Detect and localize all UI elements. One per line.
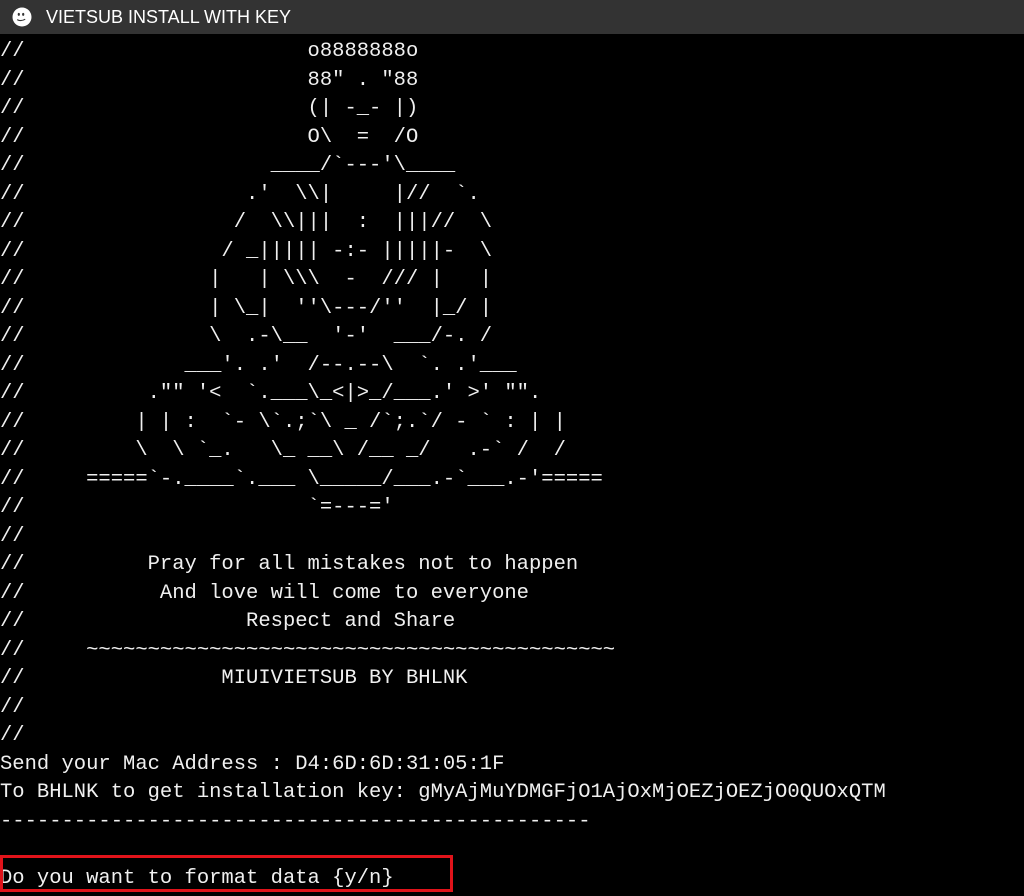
ascii-art-line: // \ \ `_. \_ __\ /__ _/ .-` / / xyxy=(0,439,566,462)
ascii-art-line: // | \_| ''\---/'' |_/ | xyxy=(0,296,493,320)
title-bar[interactable]: VIETSUB INSTALL WITH KEY xyxy=(0,0,1024,34)
installation-key-line: To BHLNK to get installation key: gMyAjM… xyxy=(0,781,886,804)
credit-line: // MIUIVIETSUB BY BHLNK xyxy=(0,667,468,690)
console-output[interactable]: // o8888888o // 88" . "88 // (| -_- |) /… xyxy=(0,38,1024,896)
window-title: VIETSUB INSTALL WITH KEY xyxy=(46,7,292,27)
ascii-art-line: // `=---=' xyxy=(0,496,394,519)
ascii-art-line: // | | \\\ - /// | | xyxy=(0,268,493,291)
ascii-art-line: // (| -_- |) xyxy=(0,97,419,120)
comment-line: // xyxy=(0,524,25,548)
dashed-separator-line: ----------------------------------------… xyxy=(0,809,591,833)
ascii-art-line: // ____/`---'\____ xyxy=(0,154,456,177)
ascii-art-line: // / \\||| : |||// \ xyxy=(0,211,493,234)
console-window: VIETSUB INSTALL WITH KEY // o8888888o //… xyxy=(0,0,1024,896)
prayer-line: // And love will come to everyone xyxy=(0,581,529,605)
comment-line: // xyxy=(0,695,25,719)
ascii-art-line: // | | : `- \`.;`\ _ /`;.`/ - ` : | | xyxy=(0,410,566,434)
prayer-line: // Respect and Share xyxy=(0,610,456,633)
ascii-art-line: // ___'. .' /--.--\ `. .'___ xyxy=(0,353,517,377)
ascii-art-line: // 88" . "88 xyxy=(0,68,419,92)
mac-address-line: Send your Mac Address : D4:6D:6D:31:05:1… xyxy=(0,752,505,776)
ascii-art-line: // =====`-.____`.___ \_____/___.-`___.-'… xyxy=(0,467,603,491)
comment-line: // xyxy=(0,724,25,747)
ascii-art-line: // .' \\| |// `. xyxy=(0,182,480,206)
ascii-art-line: // O\ = /O xyxy=(0,125,419,149)
ascii-art-line: // o8888888o xyxy=(0,40,419,63)
tilde-divider-line: // ~~~~~~~~~~~~~~~~~~~~~~~~~~~~~~~~~~~~~… xyxy=(0,638,616,662)
ascii-art-line: // ."" '< `.___\_<|>_/___.' >' "". xyxy=(0,382,542,405)
ghost-app-icon xyxy=(12,7,32,27)
prompt-highlight-box xyxy=(0,855,453,892)
ascii-art-line: // / _||||| -:- |||||- \ xyxy=(0,239,493,263)
prayer-line: // Pray for all mistakes not to happen xyxy=(0,553,579,576)
ascii-art-line: // \ .-\__ '-' ___/-. / xyxy=(0,325,493,348)
